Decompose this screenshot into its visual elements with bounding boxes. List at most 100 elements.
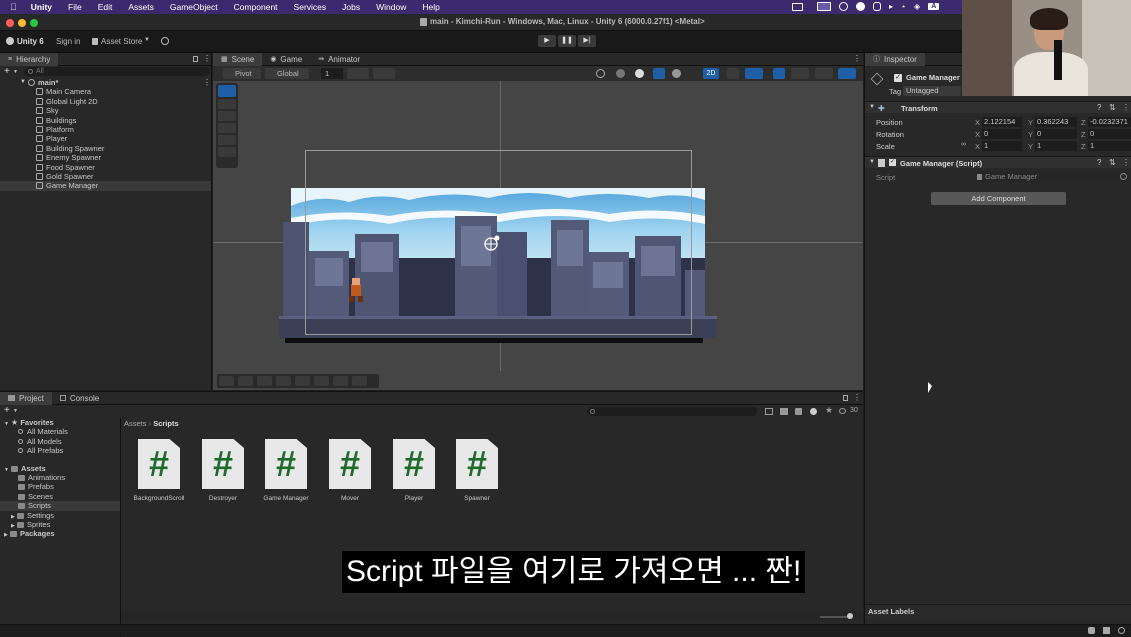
search-by-type-icon[interactable] <box>765 408 773 415</box>
cloud-icon[interactable] <box>161 37 169 45</box>
menu-help[interactable]: Help <box>422 2 439 12</box>
help-icon[interactable]: ? <box>1097 158 1101 167</box>
sign-in-link[interactable]: Sign in <box>56 37 80 46</box>
zoom-icon[interactable] <box>314 376 329 386</box>
more-icon[interactable]: ⋮ <box>853 54 861 63</box>
tab-inspector[interactable]: ⓘ Inspector <box>865 52 925 66</box>
grid-snap-input[interactable]: 1 <box>321 68 343 79</box>
hierarchy-item-sky[interactable]: Sky <box>0 106 211 115</box>
position-x-field[interactable]: 2.122154 <box>982 117 1022 127</box>
tree-favorites[interactable]: ▼ ★ Favorites <box>0 418 120 427</box>
hierarchy-item-food-spawner[interactable]: Food Spawner <box>0 163 211 172</box>
script-object-field[interactable]: Game Manager <box>975 172 1129 182</box>
hierarchy-item-player[interactable]: Player <box>0 134 211 143</box>
rect-tool-button[interactable] <box>218 135 236 145</box>
unity-account-icon[interactable] <box>6 37 14 45</box>
tab-scene[interactable]: ▦ Scene <box>213 52 263 66</box>
maximize-window-button[interactable] <box>30 19 38 27</box>
scene-root-row[interactable]: ▼ main* ⋮ <box>0 78 211 87</box>
chevron-down-icon[interactable]: ▼ <box>869 159 875 165</box>
rotation-z-field[interactable]: 0 <box>1088 129 1131 139</box>
info-icon[interactable] <box>810 408 817 415</box>
tab-animator[interactable]: ⇛ Animator <box>310 53 368 66</box>
project-search-input[interactable] <box>587 407 757 416</box>
more-icon[interactable]: ⋮ <box>203 54 211 63</box>
volume-icon[interactable]: ▸ <box>889 2 893 11</box>
menu-jobs[interactable]: Jobs <box>342 2 360 12</box>
hierarchy-item-building-spawner[interactable]: Building Spawner <box>0 144 211 153</box>
asset-labels-bar[interactable]: Asset Labels <box>865 604 1131 618</box>
asset-script-spawner[interactable]: # Spawner <box>447 439 507 502</box>
apple-icon[interactable]:  <box>10 2 17 12</box>
more-icon[interactable]: ⋮ <box>1122 103 1130 112</box>
tab-console[interactable]: Console <box>52 392 107 405</box>
hidden-objects-icon[interactable] <box>791 68 809 79</box>
position-z-field[interactable]: -0.0232371 <box>1088 117 1131 127</box>
scale-y-field[interactable]: 1 <box>1035 141 1077 151</box>
breadcrumb-assets[interactable]: Assets <box>124 419 147 428</box>
tree-favorite-item[interactable]: All Materials <box>0 427 120 436</box>
script-component-header[interactable]: ▼ ✓ Game Manager (Script) ? ⇅ ⋮ <box>865 156 1131 168</box>
menu-services[interactable]: Services <box>294 2 327 12</box>
input-source-icon[interactable]: A <box>928 3 940 10</box>
chevron-down-icon[interactable]: ▼ <box>4 421 9 427</box>
video-icon[interactable] <box>792 2 803 11</box>
hand-icon[interactable] <box>219 376 234 386</box>
tree-folder-sprites[interactable]: ▶ Sprites <box>0 520 120 529</box>
scale-x-field[interactable]: 1 <box>982 141 1022 151</box>
search-by-label-icon[interactable] <box>780 408 788 415</box>
rotate-tool-button[interactable] <box>218 111 236 121</box>
menu-file[interactable]: File <box>68 2 82 12</box>
global-dropdown[interactable]: Global <box>265 68 309 79</box>
visibility-icon[interactable] <box>773 68 785 79</box>
asset-script-backgroundscroll[interactable]: # BackgroundScroll <box>129 439 189 502</box>
hierarchy-item-global-light[interactable]: Global Light 2D <box>0 97 211 106</box>
control-center-icon[interactable] <box>839 2 848 11</box>
hierarchy-search-input[interactable]: All <box>24 67 210 76</box>
audio-icon[interactable] <box>745 68 763 79</box>
chevron-down-icon[interactable]: ▼ <box>13 408 18 414</box>
pivot-dropdown[interactable]: Pivot <box>223 68 261 79</box>
tree-folder-animations[interactable]: Animations <box>0 473 120 482</box>
object-name-field[interactable]: Game Manager <box>904 73 964 83</box>
wifi-icon[interactable]: ◈ <box>914 2 920 11</box>
layers-icon[interactable] <box>1103 627 1110 634</box>
g-icon[interactable] <box>856 2 865 11</box>
menu-app[interactable]: Unity <box>31 2 52 12</box>
star-icon[interactable]: ★ <box>825 405 833 416</box>
tag-dropdown[interactable]: Untagged <box>903 86 961 96</box>
chevron-down-icon[interactable]: ▼ <box>869 104 875 110</box>
globe-icon[interactable] <box>596 69 605 78</box>
component-enabled-checkbox[interactable]: ✓ <box>889 159 896 166</box>
shaded-sphere-icon[interactable] <box>635 69 644 78</box>
more-icon[interactable]: ⋮ <box>853 393 861 402</box>
tree-folder-prefabs[interactable]: Prefabs <box>0 482 120 491</box>
add-icon[interactable]: + <box>4 66 10 77</box>
add-component-button[interactable]: Add Component <box>931 192 1066 205</box>
hierarchy-item-buildings[interactable]: Buildings <box>0 116 211 125</box>
sync-icon[interactable] <box>873 2 881 11</box>
tree-folder-scenes[interactable]: Scenes <box>0 492 120 501</box>
chevron-right-icon[interactable]: ▶ <box>4 532 8 538</box>
menu-window[interactable]: Window <box>376 2 406 12</box>
link-icon[interactable]: ∞ <box>961 141 966 148</box>
object-picker-icon[interactable] <box>1120 173 1127 180</box>
menu-component[interactable]: Component <box>234 2 278 12</box>
paint-icon[interactable] <box>295 376 310 386</box>
toggle-2d-button[interactable]: 2D <box>703 68 719 79</box>
position-y-field[interactable]: 0.362243 <box>1035 117 1077 127</box>
hierarchy-item-enemy-spawner[interactable]: Enemy Spawner <box>0 153 211 162</box>
snap-toggle[interactable] <box>347 68 369 79</box>
tree-favorite-item[interactable]: All Models <box>0 437 120 446</box>
preset-icon[interactable]: ⇅ <box>1109 103 1116 112</box>
grid-toggle[interactable] <box>373 68 395 79</box>
screen-icon[interactable] <box>817 2 831 11</box>
add-icon[interactable]: + <box>4 405 10 416</box>
help-icon[interactable]: ? <box>1097 103 1101 112</box>
active-shading-icon[interactable] <box>653 68 665 79</box>
tree-folder-scripts[interactable]: Scripts <box>0 501 120 511</box>
bug-icon[interactable] <box>1088 627 1095 634</box>
chevron-down-icon[interactable]: ▼ <box>4 467 9 473</box>
hierarchy-item-gold-spawner[interactable]: Gold Spawner <box>0 172 211 181</box>
asset-script-mover[interactable]: # Mover <box>320 439 380 502</box>
